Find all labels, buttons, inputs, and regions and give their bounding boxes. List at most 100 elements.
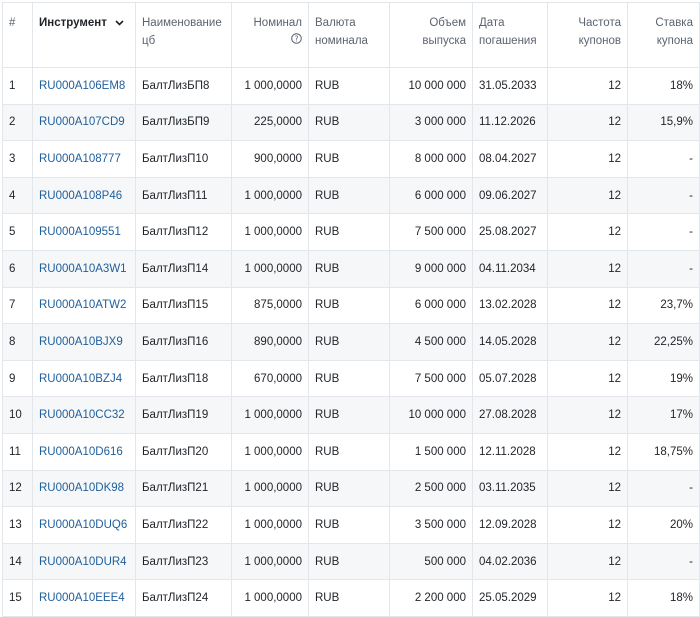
chevron-down-icon [115, 14, 124, 32]
cell-currency: RUB [308, 103, 390, 142]
cell-nominal: 1 000,0000 [231, 432, 309, 471]
cell-maturity: 27.08.2028 [472, 396, 548, 434]
cell-coupon-frequency: 12 [547, 506, 628, 544]
cell-coupon-frequency: 12 [547, 67, 628, 105]
cell-coupon-frequency: 12 [547, 359, 628, 398]
cell-maturity: 14.05.2028 [472, 323, 548, 361]
cell-nominal: 875,0000 [231, 286, 309, 325]
cell-coupon-frequency: 12 [547, 176, 628, 215]
cell-coupon-frequency: 12 [547, 432, 628, 471]
cell-volume: 500 000 [389, 542, 473, 581]
cell-volume: 6 000 000 [389, 286, 473, 325]
cell-volume: 10 000 000 [389, 67, 473, 105]
cell-security-name: БалтЛизБП8 [135, 67, 232, 105]
cell-volume: 2 500 000 [389, 469, 473, 508]
cell-instrument: RU000A10CC32 [32, 396, 136, 434]
cell-number: 14 [2, 542, 33, 581]
cell-nominal: 225,0000 [231, 103, 309, 142]
cell-nominal: 1 000,0000 [231, 542, 309, 581]
column-header-coupon-rate: Ставка купона [627, 2, 700, 68]
cell-number: 9 [2, 359, 33, 398]
cell-maturity: 04.11.2034 [472, 249, 548, 288]
instrument-link[interactable]: RU000A109551 [39, 226, 121, 238]
instrument-link[interactable]: RU000A10DK98 [39, 482, 124, 494]
cell-coupon-frequency: 12 [547, 286, 628, 325]
instrument-link[interactable]: RU000A106EM8 [39, 80, 125, 92]
instrument-link[interactable]: RU000A10BJX9 [39, 336, 123, 348]
cell-instrument: RU000A108777 [32, 140, 136, 178]
instrument-link[interactable]: RU000A10DUR4 [39, 556, 127, 568]
cell-maturity: 03.11.2035 [472, 469, 548, 508]
cell-coupon-frequency: 12 [547, 140, 628, 178]
cell-instrument: RU000A10BZJ4 [32, 359, 136, 398]
column-header-security-name: Наименование цб [135, 2, 232, 68]
table-row: 4 RU000A108P46 БалтЛизП11 1 000,0000 RUB 6 00… [2, 176, 700, 215]
cell-maturity: 09.06.2027 [472, 176, 548, 215]
cell-coupon-frequency: 12 [547, 103, 628, 142]
cell-currency: RUB [308, 213, 390, 251]
question-circle-icon[interactable]: ? [291, 32, 302, 50]
cell-currency: RUB [308, 359, 390, 398]
instrument-link[interactable]: RU000A107CD9 [39, 116, 125, 128]
cell-maturity: 25.08.2027 [472, 213, 548, 251]
instrument-link[interactable]: RU000A108777 [39, 153, 121, 165]
cell-instrument: RU000A106EM8 [32, 67, 136, 105]
instrument-link[interactable]: RU000A10D616 [39, 446, 123, 458]
cell-currency: RUB [308, 286, 390, 325]
table-row: 2 RU000A107CD9 БалтЛизБП9 225,0000 RUB 3 000 … [2, 103, 700, 142]
svg-text:?: ? [295, 34, 299, 43]
table-row: 1 RU000A106EM8 БалтЛизБП8 1 000,0000 RUB 10 0… [2, 67, 700, 105]
cell-coupon-rate: - [627, 176, 700, 215]
cell-nominal: 670,0000 [231, 359, 309, 398]
cell-security-name: БалтЛизП15 [135, 286, 232, 325]
cell-nominal: 1 000,0000 [231, 506, 309, 544]
cell-volume: 3 000 000 [389, 103, 473, 142]
cell-coupon-frequency: 12 [547, 542, 628, 581]
cell-currency: RUB [308, 469, 390, 508]
cell-security-name: БалтЛизП18 [135, 359, 232, 398]
cell-instrument: RU000A10ATW2 [32, 286, 136, 325]
table-row: 14 RU000A10DUR4 БалтЛизП23 1 000,0000 RUB 500… [2, 542, 700, 581]
cell-nominal: 1 000,0000 [231, 469, 309, 508]
column-header-volume: Объем выпуска [389, 2, 473, 68]
cell-coupon-rate: - [627, 213, 700, 251]
cell-maturity: 05.07.2028 [472, 359, 548, 398]
cell-security-name: БалтЛизП16 [135, 323, 232, 361]
cell-instrument: RU000A10DUQ6 [32, 506, 136, 544]
instrument-link[interactable]: RU000A10EEE4 [39, 592, 125, 604]
cell-instrument: RU000A10A3W1 [32, 249, 136, 288]
cell-nominal: 1 000,0000 [231, 249, 309, 288]
cell-coupon-rate: - [627, 469, 700, 508]
table-row: 5 RU000A109551 БалтЛизП12 1 000,0000 RUB 7 50… [2, 213, 700, 251]
cell-maturity: 31.05.2033 [472, 67, 548, 105]
cell-coupon-frequency: 12 [547, 396, 628, 434]
cell-security-name: БалтЛизП23 [135, 542, 232, 581]
cell-coupon-rate: 20% [627, 506, 700, 544]
cell-security-name: БалтЛизП14 [135, 249, 232, 288]
cell-nominal: 1 000,0000 [231, 396, 309, 434]
cell-volume: 6 000 000 [389, 176, 473, 215]
cell-coupon-rate: 15,9% [627, 103, 700, 142]
table-row: 6 RU000A10A3W1 БалтЛизП14 1 000,0000 RUB 9 00… [2, 249, 700, 288]
instrument-link[interactable]: RU000A10CC32 [39, 409, 125, 421]
cell-coupon-frequency: 12 [547, 213, 628, 251]
cell-number: 4 [2, 176, 33, 215]
cell-maturity: 13.02.2028 [472, 286, 548, 325]
cell-volume: 1 500 000 [389, 432, 473, 471]
cell-coupon-rate: 18,75% [627, 432, 700, 471]
instrument-link[interactable]: RU000A10DUQ6 [39, 519, 127, 531]
cell-currency: RUB [308, 432, 390, 471]
instrument-link[interactable]: RU000A10A3W1 [39, 263, 127, 275]
table-row: 7 RU000A10ATW2 БалтЛизП15 875,0000 RUB 6 000 … [2, 286, 700, 325]
cell-nominal: 900,0000 [231, 140, 309, 178]
instrument-link[interactable]: RU000A10BZJ4 [39, 373, 122, 385]
cell-currency: RUB [308, 323, 390, 361]
instrument-link[interactable]: RU000A108P46 [39, 190, 122, 202]
cell-number: 13 [2, 506, 33, 544]
cell-number: 10 [2, 396, 33, 434]
column-header-instrument[interactable]: Инструмент [32, 2, 136, 68]
cell-volume: 4 500 000 [389, 323, 473, 361]
instrument-link[interactable]: RU000A10ATW2 [39, 299, 126, 311]
cell-currency: RUB [308, 176, 390, 215]
table-row: 8 RU000A10BJX9 БалтЛизП16 890,0000 RUB 4 500 … [2, 323, 700, 361]
